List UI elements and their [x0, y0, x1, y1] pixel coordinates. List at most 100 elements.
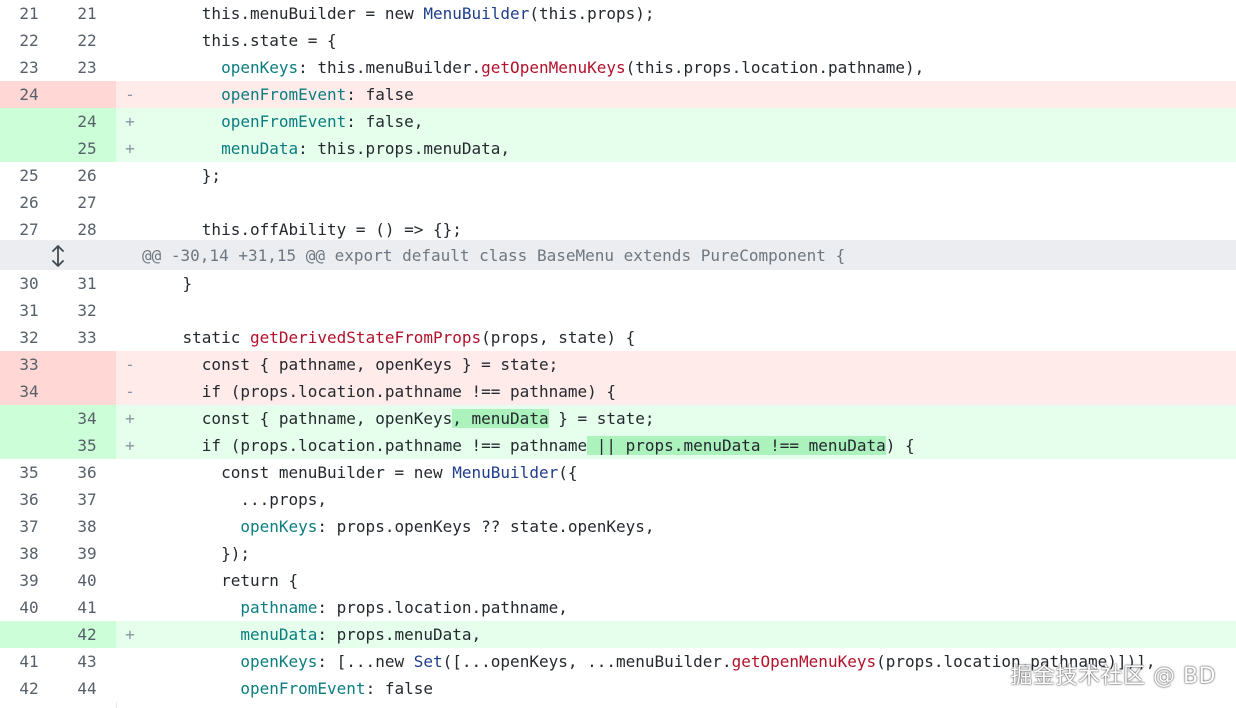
new-line-number[interactable]: 36 [58, 459, 116, 486]
diff-line: 27 28 this.offAbility = () => {}; [0, 216, 1236, 243]
diff-line-deleted: 33 - const { pathname, openKeys } = stat… [0, 351, 1236, 378]
old-line-number[interactable]: 36 [0, 486, 58, 513]
old-line-number[interactable]: 42 [0, 675, 58, 702]
code-line: static getDerivedStateFromProps(props, s… [182, 328, 636, 347]
new-line-number[interactable]: 21 [58, 0, 116, 27]
new-line-number[interactable]: 31 [58, 270, 116, 297]
new-line-number[interactable]: 25 [58, 135, 116, 162]
new-line-number[interactable]: 41 [58, 594, 116, 621]
diff-marker-plus: + [125, 436, 135, 455]
old-line-number[interactable]: 30 [0, 270, 58, 297]
diff-line-added: 42 + menuData: props.menuData, [0, 621, 1236, 648]
new-line-number[interactable]: 33 [58, 324, 116, 351]
code-line: ...props, [240, 490, 328, 509]
old-line-number[interactable]: 39 [0, 567, 58, 594]
new-line-number[interactable] [58, 81, 116, 108]
new-line-number[interactable]: 35 [58, 432, 116, 459]
old-line-number[interactable]: 24 [0, 81, 58, 108]
code-line: openFromEvent: false, [221, 112, 424, 131]
new-line-number[interactable]: 22 [58, 27, 116, 54]
expand-vertical-icon [52, 244, 64, 267]
code-line: }); [221, 544, 250, 563]
diff-line-added: 34 + const { pathname, openKeys, menuDat… [0, 405, 1236, 432]
old-line-number[interactable]: 40 [0, 594, 58, 621]
old-line-number[interactable]: 23 [0, 54, 58, 81]
expand-hunk-button[interactable] [0, 240, 116, 271]
diff-line: 26 27 [0, 189, 1236, 216]
old-line-number[interactable] [0, 135, 58, 162]
new-line-number[interactable]: 27 [58, 189, 116, 216]
watermark: 掘金技术社区 @ BD [1010, 664, 1216, 689]
code-line: }; [201, 166, 222, 185]
new-line-number[interactable]: 40 [58, 567, 116, 594]
code-line: const { pathname, openKeys } = state; [201, 355, 559, 374]
new-line-number[interactable] [58, 351, 116, 378]
code-line: const { pathname, openKeys, menuData } =… [201, 409, 655, 428]
new-line-number[interactable]: 37 [58, 486, 116, 513]
diff-line: 22 22 this.state = { [0, 27, 1236, 54]
diff-line-deleted: 34 - if (props.location.pathname !== pat… [0, 378, 1236, 405]
code-line: menuData: this.props.menuData, [221, 139, 511, 158]
old-line-number[interactable]: 33 [0, 351, 58, 378]
diff-line: 40 41 pathname: props.location.pathname, [0, 594, 1236, 621]
new-line-number[interactable]: 24 [58, 108, 116, 135]
new-line-number[interactable]: 28 [58, 216, 116, 243]
new-line-number[interactable]: 43 [58, 648, 116, 675]
new-line-number[interactable]: 39 [58, 540, 116, 567]
old-line-number[interactable] [0, 432, 58, 459]
inline-change-highlight: , menuData [452, 409, 549, 428]
old-line-number[interactable]: 22 [0, 27, 58, 54]
code-line: menuData: props.menuData, [240, 625, 482, 644]
diff-line-deleted: 24 - openFromEvent: false [0, 81, 1236, 108]
diff-line: 23 23 openKeys: this.menuBuilder.getOpen… [0, 54, 1236, 81]
new-line-number[interactable]: 26 [58, 162, 116, 189]
code-line: pathname: props.location.pathname, [240, 598, 568, 617]
old-line-number[interactable]: 41 [0, 648, 58, 675]
old-line-number[interactable]: 31 [0, 297, 58, 324]
diff-line: 32 33 static getDerivedStateFromProps(pr… [0, 324, 1236, 351]
new-line-number[interactable]: 34 [58, 405, 116, 432]
diff-marker-plus: + [125, 112, 135, 131]
old-line-number[interactable]: 21 [0, 0, 58, 27]
new-line-number[interactable] [58, 378, 116, 405]
old-line-number[interactable]: 26 [0, 189, 58, 216]
old-line-number[interactable]: 27 [0, 216, 58, 243]
new-line-number[interactable]: 23 [58, 54, 116, 81]
new-line-number[interactable]: 42 [58, 621, 116, 648]
new-line-number[interactable]: 44 [58, 675, 116, 702]
diff-marker-minus: - [125, 382, 135, 401]
code-line: const menuBuilder = new MenuBuilder({ [221, 463, 578, 482]
old-line-number[interactable]: 32 [0, 324, 58, 351]
diff-line: 21 21 this.menuBuilder = new MenuBuilder… [0, 0, 1236, 27]
diff-line-added: 25 + menuData: this.props.menuData, [0, 135, 1236, 162]
hunk-header: @@ -30,14 +31,15 @@ export default class… [0, 240, 1236, 271]
new-line-number[interactable]: 38 [58, 513, 116, 540]
diff-marker-minus: - [125, 355, 135, 374]
diff-line: 37 38 openKeys: props.openKeys ?? state.… [0, 513, 1236, 540]
code-line: openKeys: props.openKeys ?? state.openKe… [240, 517, 655, 536]
diff-line: 38 39 }); [0, 540, 1236, 567]
diff-line: 31 32 [0, 297, 1236, 324]
diff-line-added: 24 + openFromEvent: false, [0, 108, 1236, 135]
old-line-number[interactable]: 38 [0, 540, 58, 567]
old-line-number[interactable] [0, 621, 58, 648]
old-line-number[interactable] [0, 405, 58, 432]
code-line: if (props.location.pathname !== pathname… [201, 382, 617, 401]
old-line-number[interactable] [0, 108, 58, 135]
diff-line: 35 36 const menuBuilder = new MenuBuilde… [0, 459, 1236, 486]
diff-line: 39 40 return { [0, 567, 1236, 594]
diff-marker-minus: - [125, 85, 135, 104]
diff-line: 25 26 }; [0, 162, 1236, 189]
old-line-number[interactable]: 35 [0, 459, 58, 486]
diff-line: 30 31 } [0, 270, 1236, 297]
old-line-number[interactable]: 34 [0, 378, 58, 405]
old-line-number[interactable]: 25 [0, 162, 58, 189]
diff-line-added: 35 + if (props.location.pathname !== pat… [0, 432, 1236, 459]
diff-marker-plus: + [125, 139, 135, 158]
code-line: this.state = { [201, 31, 337, 50]
code-line: return { [221, 571, 299, 590]
code-line: openKeys: this.menuBuilder.getOpenMenuKe… [221, 58, 925, 77]
old-line-number[interactable]: 37 [0, 513, 58, 540]
code-line: } [182, 274, 193, 293]
new-line-number[interactable]: 32 [58, 297, 116, 324]
